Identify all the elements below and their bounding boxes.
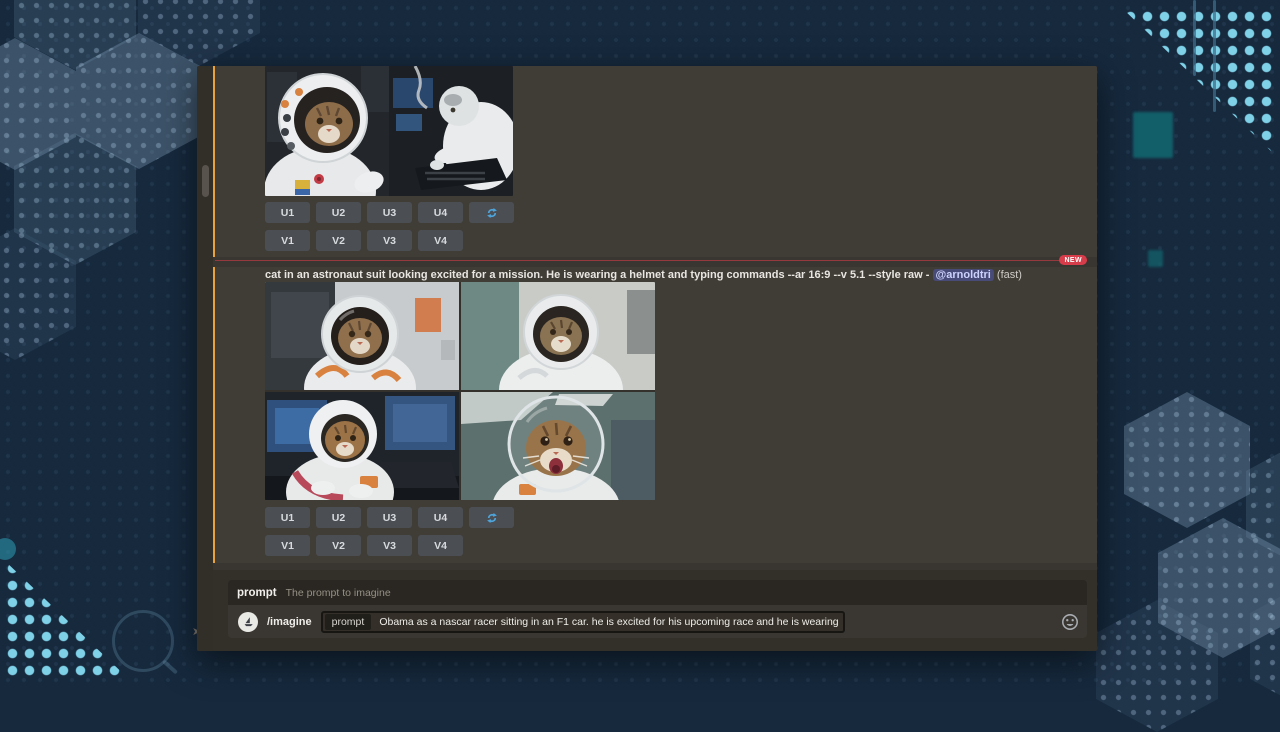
reroll-button[interactable] [469,507,514,528]
teal-square-decoration [1148,250,1163,267]
upscale-u3-button[interactable]: U3 [367,507,412,528]
upscale-u3-button[interactable]: U3 [367,202,412,223]
upscale-u1-button[interactable]: U1 [265,202,310,223]
prompt-input[interactable]: prompt Obama as a nascar racer sitting i… [321,611,845,633]
prompt-option-chip: prompt [325,614,372,630]
generated-image-grid-previous[interactable] [265,66,513,196]
reroll-button[interactable] [469,202,514,223]
variation-v3-button[interactable]: V3 [367,230,412,251]
variation-v2-button[interactable]: V2 [316,230,361,251]
mode-tag: (fast) [994,269,1022,281]
slash-command-label: /imagine [267,616,312,628]
upscale-u1-button[interactable]: U1 [265,507,310,528]
variation-button-row: V1 V2 V3 V4 [265,230,463,251]
slash-option-popup[interactable]: prompt The prompt to imagine [228,580,1087,605]
variation-v4-button[interactable]: V4 [418,535,463,556]
generated-image-grid-current[interactable] [265,282,655,500]
magnifier-outline-decoration [112,610,174,672]
upscale-button-row: U1 U2 U3 U4 [265,202,514,223]
message-current: cat in an astronaut suit looking excited… [213,267,1097,563]
upscale-u4-button[interactable]: U4 [418,202,463,223]
message-previous: U1 U2 U3 U4 V1 V2 V3 V4 [213,66,1097,257]
new-messages-divider: NEW [215,260,1087,261]
variation-v3-button[interactable]: V3 [367,535,412,556]
composer-zone: prompt The prompt to imagine /imagine pr… [213,570,1097,651]
midjourney-bot-avatar[interactable] [238,612,258,632]
sailboat-icon [242,615,255,628]
message-input-row: /imagine prompt Obama as a nascar racer … [228,605,1087,638]
prompt-message-text: cat in an astronaut suit looking excited… [265,268,1085,282]
variation-v1-button[interactable]: V1 [265,535,310,556]
discord-window: U1 U2 U3 U4 V1 V2 V3 V4 [197,66,1097,651]
variation-v2-button[interactable]: V2 [316,535,361,556]
option-name: prompt [237,587,277,599]
prompt-input-value: Obama as a nascar racer sitting in an F1… [379,616,838,628]
chat-area: U1 U2 U3 U4 V1 V2 V3 V4 [213,66,1097,570]
teal-square-decoration [1133,112,1173,158]
emoji-picker-icon[interactable] [1061,613,1079,631]
separator-text: - [923,269,933,281]
prompt-text: cat in an astronaut suit looking excited… [265,269,923,281]
reroll-icon [485,511,499,525]
upscale-u4-button[interactable]: U4 [418,507,463,528]
variation-v4-button[interactable]: V4 [418,230,463,251]
reroll-icon [485,206,499,220]
variation-button-row: V1 V2 V3 V4 [265,535,463,556]
upscale-u2-button[interactable]: U2 [316,202,361,223]
variation-v1-button[interactable]: V1 [265,230,310,251]
circuit-line [1193,0,1196,76]
option-description: The prompt to imagine [286,587,391,599]
rail-scrollbar-thumb[interactable] [202,165,209,197]
user-mention[interactable]: @arnoldtri [933,269,994,281]
left-rail [197,66,213,651]
new-badge: NEW [1059,255,1087,265]
circuit-line [1213,0,1216,112]
upscale-button-row: U1 U2 U3 U4 [265,507,514,528]
upscale-u2-button[interactable]: U2 [316,507,361,528]
